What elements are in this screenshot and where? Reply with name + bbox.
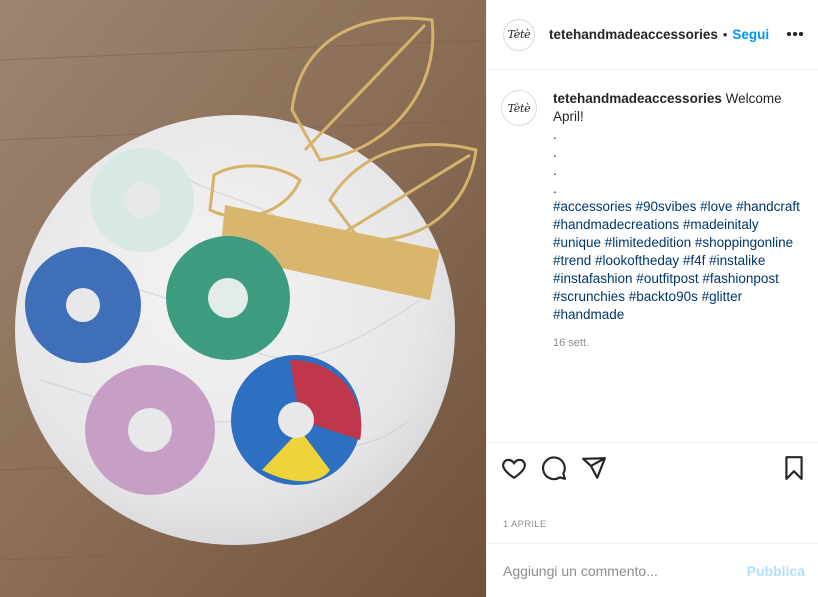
caption-avatar-logo: Tètè [507,101,531,115]
follow-button[interactable]: Segui [732,27,769,42]
caption-username[interactable]: tetehandmadeaccessories [553,91,722,106]
caption-avatar[interactable]: Tètè [501,90,537,126]
avatar-logo: Tètè [507,28,531,41]
caption-time[interactable]: 16 sett. [553,334,803,352]
post-header: Tètè tetehandmadeaccessories • Segui [487,0,818,70]
caption-hashtags[interactable]: #accessories #90svibes #love #handcraft … [553,199,800,322]
add-comment-bar: Pubblica [487,543,818,597]
caption: Tètè tetehandmadeaccessories Welcome Apr… [501,90,803,352]
heart-icon[interactable] [501,455,527,481]
caption-dot: . [553,145,557,160]
share-icon[interactable] [581,455,607,481]
caption-dot: . [553,127,557,142]
comment-input[interactable] [503,562,747,579]
comments-area: Tètè tetehandmadeaccessories Welcome Apr… [487,70,818,442]
comment-icon[interactable] [541,455,567,481]
caption-dot: . [553,181,557,196]
caption-body: tetehandmadeaccessories Welcome April! .… [553,90,803,352]
avatar[interactable]: Tètè [503,18,535,51]
bookmark-icon[interactable] [781,455,807,481]
post-photo [0,0,486,597]
post-date[interactable]: 1 APRILE [503,519,547,530]
action-bar [487,442,818,488]
header-username[interactable]: tetehandmadeaccessories [549,27,718,42]
more-options-icon[interactable] [785,24,805,44]
separator-dot: • [722,27,728,42]
post-image[interactable] [0,0,486,597]
caption-dot: . [553,163,557,178]
publish-button[interactable]: Pubblica [747,563,805,579]
post-sidebar: Tètè tetehandmadeaccessories • Segui Tèt… [486,0,818,597]
